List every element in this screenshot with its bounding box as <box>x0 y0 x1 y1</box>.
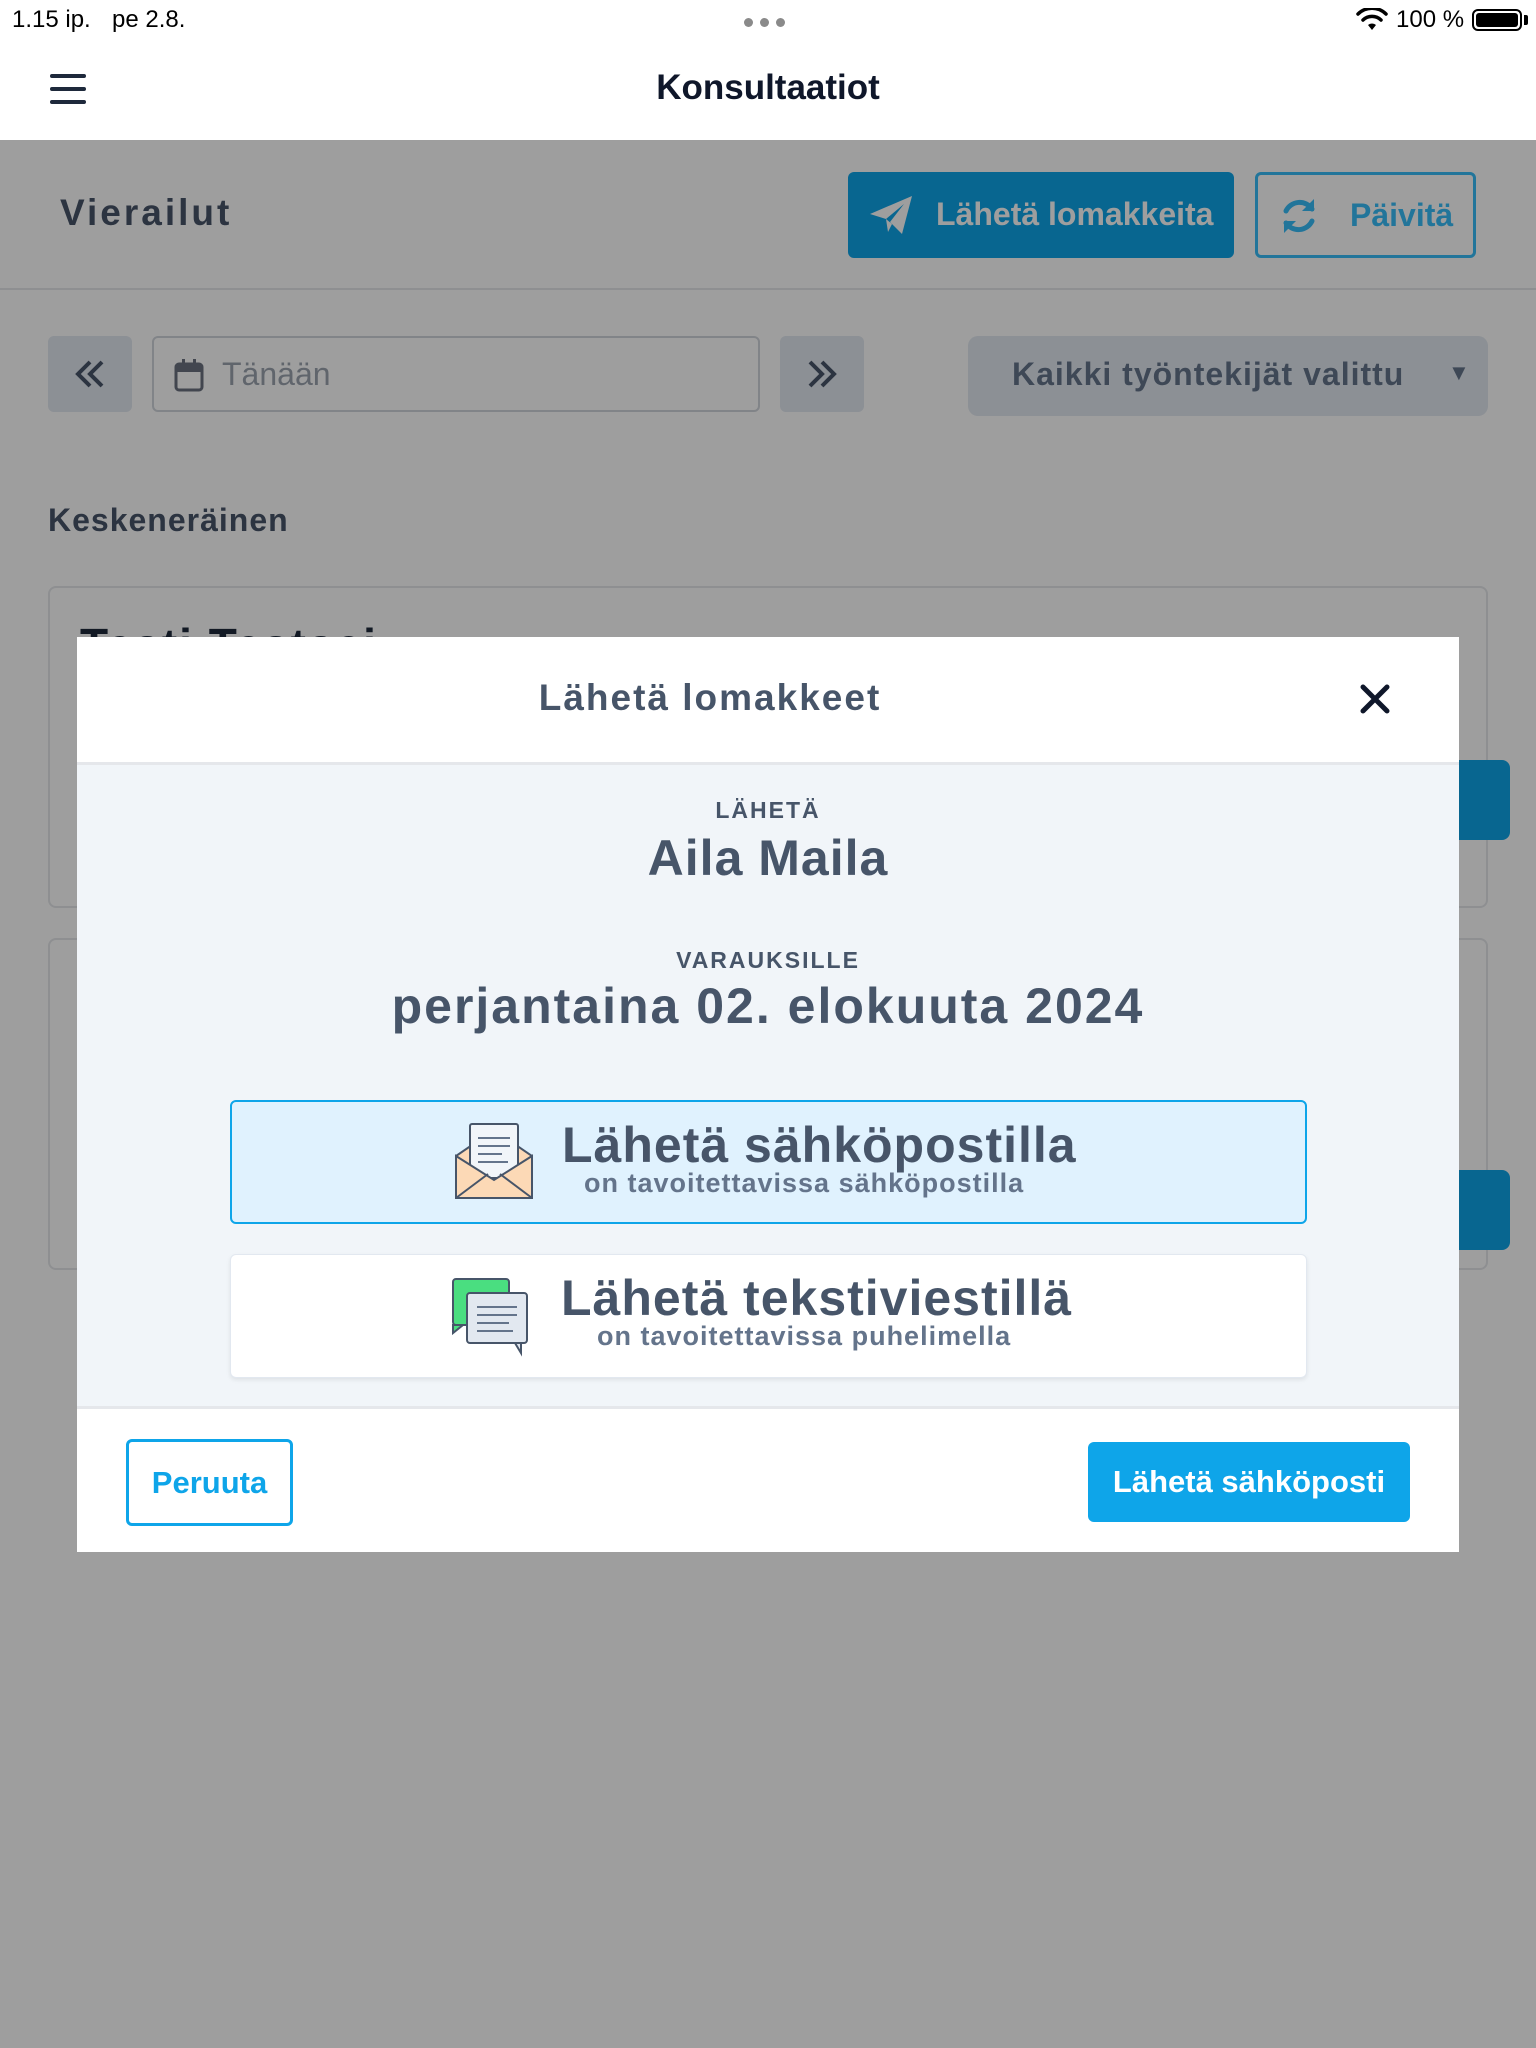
status-bar: 1.15 ip. pe 2.8. 100 % <box>0 0 1536 40</box>
recipient-name: Aila Maila <box>647 830 889 886</box>
battery-percent: 100 % <box>1396 6 1465 33</box>
status-date: pe 2.8. <box>112 6 186 33</box>
email-option-subtitle: on tavoitettavissa sähköpostilla <box>584 1168 1025 1198</box>
modal-body: LÄHETÄ Aila Maila VARAUKSILLE perjantain… <box>77 765 1459 1409</box>
send-by-email-option[interactable]: Lähetä sähköpostilla on tavoitettavissa … <box>230 1100 1307 1224</box>
send-email-button[interactable]: Lähetä sähköposti <box>1088 1442 1410 1522</box>
battery-icon <box>1472 9 1522 31</box>
app-header: Konsultaatiot <box>0 40 1536 140</box>
recipient-label: LÄHETÄ <box>715 797 821 823</box>
send-by-sms-option[interactable]: Lähetä tekstiviestillä on tavoitettaviss… <box>230 1254 1307 1378</box>
modal-header: Lähetä lomakkeet <box>77 637 1459 765</box>
email-option-title: Lähetä sähköpostilla <box>562 1117 1077 1173</box>
status-time: 1.15 ip. <box>12 6 91 33</box>
multitasking-dots-icon[interactable] <box>744 18 785 27</box>
bookings-date: perjantaina 02. elokuuta 2024 <box>391 978 1145 1034</box>
wifi-icon <box>1356 8 1388 30</box>
cancel-button[interactable]: Peruuta <box>126 1439 293 1526</box>
sms-option-subtitle: on tavoitettavissa puhelimella <box>597 1321 1012 1351</box>
app-title: Konsultaatiot <box>656 68 880 107</box>
modal-footer: Peruuta Lähetä sähköposti <box>77 1409 1459 1552</box>
bookings-label: VARAUKSILLE <box>676 947 860 973</box>
close-button[interactable] <box>1353 677 1397 721</box>
send-forms-modal: Lähetä lomakkeet LÄHETÄ Aila Maila VARAU… <box>77 637 1459 1552</box>
modal-title: Lähetä lomakkeet <box>538 677 882 718</box>
close-icon <box>1360 684 1390 714</box>
sms-option-title: Lähetä tekstiviestillä <box>561 1270 1073 1326</box>
